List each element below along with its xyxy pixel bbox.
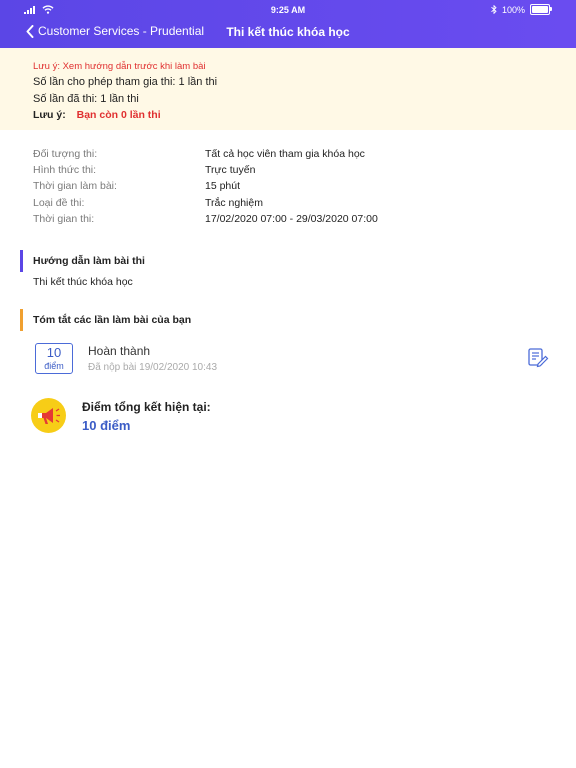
remaining-value: Bạn còn 0 lần thi <box>76 109 161 121</box>
info-value: Trực tuyến <box>205 164 256 176</box>
attempt-score-badge: 10 điểm <box>35 343 73 374</box>
notice-remaining: Lưu ý: Bạn còn 0 lần thi <box>33 109 161 121</box>
notice-taken: Số lần đã thi: 1 lần thi <box>33 93 139 105</box>
info-label: Hình thức thi: <box>33 164 97 176</box>
info-value: Tất cả học viên tham gia khóa học <box>205 148 365 160</box>
notice-allowed: Số lần cho phép tham gia thi: 1 lần thi <box>33 76 218 88</box>
info-value: 15 phút <box>205 180 241 192</box>
guide-text: Thi kết thúc khóa học <box>33 276 133 288</box>
info-value: Trắc nghiệm <box>205 197 263 209</box>
attempt-submitted: Đã nộp bài 19/02/2020 10:43 <box>88 362 217 373</box>
bluetooth-icon <box>491 5 497 14</box>
battery-icon <box>530 4 552 15</box>
megaphone-icon <box>31 398 66 433</box>
info-value: 17/02/2020 07:00 - 29/03/2020 07:00 <box>205 213 378 225</box>
attempt-status: Hoàn thành <box>88 344 151 358</box>
total-score-label: Điểm tổng kết hiện tại: <box>82 400 211 414</box>
total-score-value: 10 điểm <box>82 418 131 433</box>
notice-warning: Lưu ý: Xem hướng dẫn trước khi làm bài <box>33 61 206 72</box>
page-title: Thi kết thúc khóa học <box>226 25 350 39</box>
info-label: Thời gian làm bài: <box>33 180 117 192</box>
guide-section-title: Hướng dẫn làm bài thi <box>20 250 540 272</box>
summary-section-title: Tóm tắt các lần làm bài của bạn <box>20 309 540 331</box>
attempt-score-unit: điểm <box>44 361 64 371</box>
battery-percent: 100% <box>501 4 525 15</box>
attempt-score: 10 <box>46 345 62 360</box>
info-label: Loại đề thi: <box>33 197 85 209</box>
remaining-label: Lưu ý: <box>33 109 66 121</box>
status-right: 100% <box>491 4 552 15</box>
edit-document-icon[interactable] <box>527 347 549 369</box>
top-bar: 9:25 AM 100% Customer Services - Prudent… <box>0 0 576 48</box>
info-label: Thời gian thi: <box>33 213 95 225</box>
status-time: 9:25 AM <box>270 5 306 15</box>
info-label: Đối tượng thi: <box>33 148 98 160</box>
